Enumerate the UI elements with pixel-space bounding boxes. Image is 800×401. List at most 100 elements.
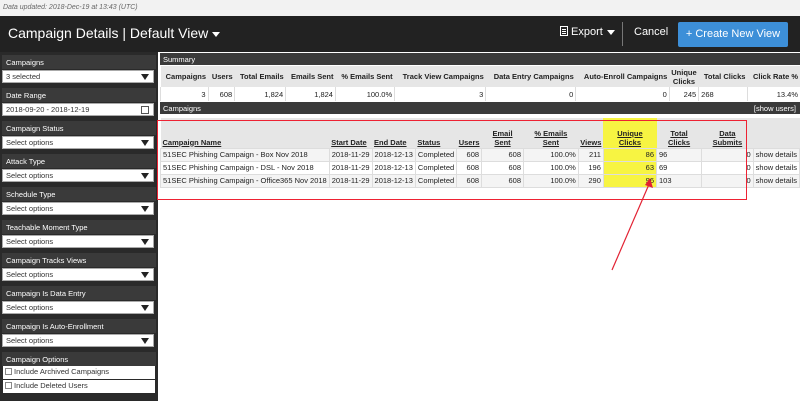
teachable-moment-select[interactable]: Select options (2, 235, 154, 248)
auto-enrollment-label: Campaign Is Auto-Enrollment (2, 319, 156, 333)
summary-value: 1,824 (285, 87, 336, 101)
summary-value: 100.0% (334, 87, 395, 101)
column-header[interactable]: Data Submits (701, 118, 754, 148)
column-header[interactable]: Unique Clicks (603, 118, 657, 148)
create-new-view-button[interactable]: + Create New View (678, 22, 788, 47)
table-cell: 608 (456, 173, 483, 188)
top-bar: Campaign Details | Default View Export C… (0, 16, 800, 52)
table-cell: 196 (577, 160, 604, 175)
checkbox-icon (5, 368, 12, 375)
summary-value: 0 (575, 87, 670, 101)
page-title[interactable]: Campaign Details | Default View (8, 25, 221, 41)
table-cell: 100.0% (523, 147, 579, 162)
divider (622, 22, 623, 46)
filter-sidebar: Campaigns 3 selected Date Range 2018-09-… (0, 52, 158, 401)
table-cell: 100.0% (523, 173, 579, 188)
table-cell: 0 (701, 173, 754, 188)
table-cell: 608 (481, 147, 525, 162)
table-cell: 2018-12-13 (371, 160, 416, 175)
summary-value: 3 (160, 87, 209, 101)
summary-header: Unique Clicks (669, 66, 699, 87)
dropdown-arrow-icon (141, 272, 149, 278)
campaigns-select[interactable]: 3 selected (2, 70, 154, 83)
table-cell: 96 (655, 147, 703, 162)
document-icon (560, 26, 568, 36)
summary-value: 3 (394, 87, 486, 101)
include-archived-checkbox[interactable]: Include Archived Campaigns (3, 366, 155, 379)
table-cell: Completed (414, 173, 458, 188)
dropdown-arrow-icon (141, 206, 149, 212)
dropdown-arrow-icon (141, 173, 149, 179)
table-row: 51SEC Phishing Campaign - Box Nov 2018 20… (160, 147, 800, 162)
table-cell: 211 (577, 147, 604, 162)
table-cell: 63 (602, 160, 658, 175)
summary-header: Users (208, 66, 235, 87)
campaigns-label: Campaigns (2, 55, 156, 69)
dropdown-arrow-icon (141, 305, 149, 311)
table-cell: 608 (481, 173, 525, 188)
summary-value: 608 (207, 87, 235, 101)
table-cell: 608 (456, 160, 483, 175)
date-range-input[interactable]: 2018-09-20 - 2018-12-19 (2, 103, 154, 116)
summary-value: 245 (668, 87, 699, 101)
column-header[interactable]: % Emails Sent (523, 118, 579, 148)
cancel-button[interactable]: Cancel (634, 26, 668, 38)
table-cell: 51SEC Phishing Campaign - Box Nov 2018 (160, 147, 330, 162)
show-details-link[interactable]: show details (752, 173, 800, 188)
campaign-status-label: Campaign Status (2, 121, 156, 135)
include-deleted-checkbox[interactable]: Include Deleted Users (3, 380, 155, 393)
auto-enrollment-select[interactable]: Select options (2, 334, 154, 347)
table-cell: 2018-11-29 (328, 160, 373, 175)
table-cell: 0 (701, 147, 754, 162)
column-header[interactable]: Status (415, 118, 457, 148)
summary-header: Total Emails (234, 66, 286, 87)
data-updated-text: Data updated: 2018-Dec-19 at 13:43 (UTC) (0, 0, 800, 16)
column-header[interactable]: Total Clicks (656, 118, 702, 148)
column-header[interactable]: Users (456, 118, 482, 148)
column-header[interactable]: Email Sent (481, 118, 524, 148)
table-cell: 2018-12-13 (371, 173, 416, 188)
table-cell: 608 (456, 147, 483, 162)
chevron-down-icon (606, 29, 615, 35)
table-cell: 51SEC Phishing Campaign - Office365 Nov … (160, 173, 330, 188)
teachable-moment-label: Teachable Moment Type (2, 220, 156, 234)
summary-header: Click Rate % (747, 66, 800, 87)
show-details-link[interactable]: show details (752, 160, 800, 175)
schedule-type-select[interactable]: Select options (2, 202, 154, 215)
export-button[interactable]: Export (560, 26, 615, 38)
summary-header: Auto-Enroll Campaigns (575, 66, 670, 87)
main-content: Summary Campaigns Users Total Emails Emails… (160, 52, 800, 401)
summary-header: Data Entry Campaigns (485, 66, 576, 87)
column-header[interactable]: Start Date (329, 118, 373, 148)
table-row: 51SEC Phishing Campaign - Office365 Nov … (160, 173, 800, 188)
column-header[interactable]: End Date (372, 118, 416, 148)
column-header[interactable]: Campaign Name (160, 118, 330, 148)
column-header (753, 118, 800, 148)
attack-type-select[interactable]: Select options (2, 169, 154, 182)
column-header[interactable]: Views (578, 118, 604, 148)
table-row: 51SEC Phishing Campaign - DSL - Nov 2018… (160, 160, 800, 175)
dropdown-arrow-icon (141, 74, 149, 80)
campaign-status-select[interactable]: Select options (2, 136, 154, 149)
show-users-link[interactable]: [show users] (754, 104, 796, 113)
summary-header: % Emails Sent (335, 66, 395, 87)
table-cell: 0 (701, 160, 754, 175)
campaign-options-label: Campaign Options (2, 352, 156, 366)
show-details-link[interactable]: show details (752, 147, 800, 162)
data-entry-select[interactable]: Select options (2, 301, 154, 314)
table-cell: 290 (577, 173, 604, 188)
dropdown-arrow-icon (141, 239, 149, 245)
summary-value: 13.4% (746, 87, 800, 101)
table-cell: Completed (414, 147, 458, 162)
summary-value: 268 (698, 87, 748, 101)
table-cell: 51SEC Phishing Campaign - DSL - Nov 2018 (160, 160, 330, 175)
table-cell: 69 (655, 160, 703, 175)
campaigns-table: Campaign Name Start Date End Date Status Use… (160, 118, 800, 188)
summary-header: Campaigns (160, 66, 209, 87)
dropdown-arrow-icon (141, 140, 149, 146)
calendar-icon (141, 106, 149, 114)
summary-header: Emails Sent (285, 66, 336, 87)
table-cell: 100.0% (523, 160, 579, 175)
tracks-views-select[interactable]: Select options (2, 268, 154, 281)
table-cell: 2018-11-29 (328, 147, 373, 162)
